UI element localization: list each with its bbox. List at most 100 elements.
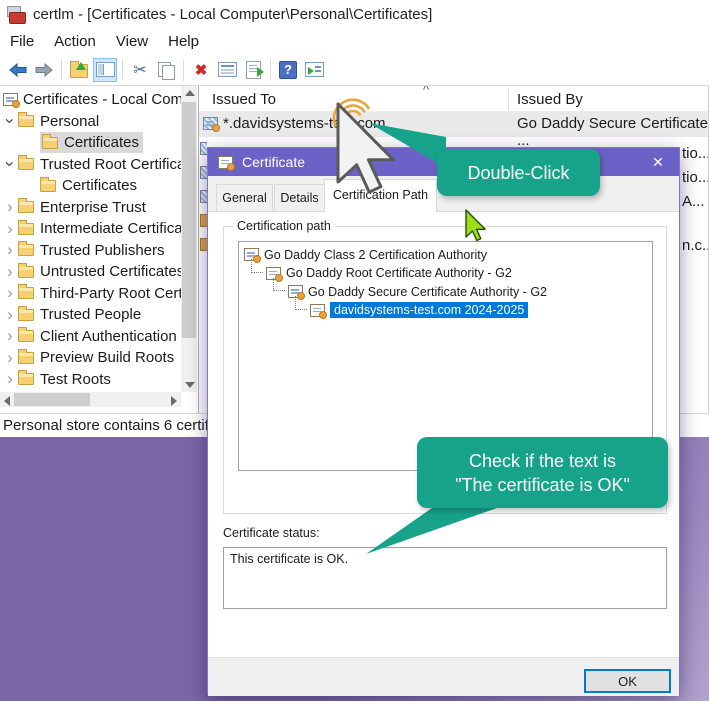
column-issued-by[interactable]: Issued By [517, 91, 583, 108]
close-icon[interactable]: ✕ [637, 148, 679, 176]
chevron-right-icon[interactable] [2, 329, 18, 343]
tree-connector [251, 259, 263, 273]
chevron-right-icon[interactable] [2, 351, 18, 365]
tree-item-enterprise-trust[interactable]: Enterprise Trust [0, 197, 181, 219]
panel-splitter[interactable] [198, 86, 199, 413]
selected-path-label: davidsystems-test.com 2024-2025 [330, 302, 528, 318]
help-icon[interactable]: ? [276, 58, 300, 82]
chevron-right-icon[interactable] [2, 265, 18, 279]
certificate-row-davidsystems[interactable]: *.davidsystems-test.com Go Daddy Secure … [199, 112, 708, 137]
certificate-icon [218, 156, 233, 169]
folder-icon [18, 115, 34, 127]
back-arrow-icon[interactable] [6, 58, 30, 82]
tree-item-client-authentication[interactable]: Client Authentication [0, 326, 181, 348]
up-folder-icon[interactable] [67, 58, 91, 82]
tab-general[interactable]: General [216, 184, 273, 212]
chevron-down-icon[interactable] [2, 114, 18, 128]
scroll-right-icon[interactable] [171, 396, 177, 406]
tree-item-personal-certificates[interactable]: Certificates [0, 132, 181, 154]
path-item-godaddy-root-g2[interactable]: Go Daddy Root Certificate Authority - G2 [266, 265, 512, 282]
issued-by-value: Go Daddy Secure Certificate ... [517, 115, 708, 149]
folder-icon [18, 244, 34, 256]
forward-arrow-icon[interactable] [32, 58, 56, 82]
console-tree-panel: Certificates - Local Comp Personal Certi… [0, 86, 198, 413]
folder-icon [18, 287, 34, 299]
copy-icon[interactable] [154, 58, 178, 82]
chevron-right-icon[interactable] [2, 286, 18, 300]
folder-icon [18, 266, 34, 278]
tree-item-trusted-publishers[interactable]: Trusted Publishers [0, 240, 181, 262]
tree-item-untrusted-certificates[interactable]: Untrusted Certificates [0, 261, 181, 283]
certificate-status-value: This certificate is OK. [230, 552, 348, 566]
scroll-up-icon[interactable] [185, 90, 195, 96]
tree-item-intermediate[interactable]: Intermediate Certificat [0, 218, 181, 240]
scrollbar-thumb[interactable] [182, 102, 196, 338]
scroll-down-icon[interactable] [185, 382, 195, 388]
toolbar-separator [183, 59, 184, 81]
toolbar-separator [270, 59, 271, 81]
cut-icon[interactable]: ✂ [128, 58, 152, 82]
chevron-right-icon[interactable] [2, 308, 18, 322]
path-item-godaddy-class2[interactable]: Go Daddy Class 2 Certification Authority [244, 246, 487, 263]
folder-icon [18, 330, 34, 342]
chevron-down-icon[interactable] [2, 157, 18, 171]
folder-icon [18, 201, 34, 213]
delete-icon[interactable]: ✖ [189, 58, 213, 82]
scrollbar-thumb[interactable] [14, 393, 90, 406]
column-separator[interactable] [508, 88, 509, 110]
tree-item-preview-build-roots[interactable]: Preview Build Roots [0, 347, 181, 369]
groupbox-label: Certification path [233, 219, 335, 233]
path-item-godaddy-secure-g2[interactable]: Go Daddy Secure Certificate Authority - … [288, 283, 547, 300]
chevron-right-icon[interactable] [2, 222, 18, 236]
folder-icon [18, 158, 34, 170]
clipped-certificate-icon [200, 214, 207, 227]
console-window-icon[interactable] [302, 58, 326, 82]
toolbar-separator [122, 59, 123, 81]
folder-icon [18, 373, 34, 385]
tree-root-certificates-local-computer[interactable]: Certificates - Local Comp [0, 89, 181, 111]
list-header: ^ Issued To Issued By [199, 86, 708, 112]
tree-horizontal-scrollbar[interactable] [0, 392, 181, 407]
column-issued-to[interactable]: Issued To [212, 91, 276, 108]
clipped-row-text: A... [682, 193, 705, 210]
export-icon[interactable] [241, 58, 265, 82]
check-status-callout: Check if the text is "The certificate is… [417, 437, 668, 508]
tree-item-personal[interactable]: Personal [0, 111, 181, 133]
tree-vertical-scrollbar[interactable] [181, 86, 197, 392]
certificate-status-box: This certificate is OK. [223, 547, 667, 609]
scroll-left-icon[interactable] [4, 396, 10, 406]
menu-bar: File Action View Help [0, 28, 709, 54]
clipped-row-text: tio... [682, 145, 709, 162]
toolbar-separator [61, 59, 62, 81]
tree-connector [295, 296, 307, 310]
clipped-certificate-icon [200, 190, 207, 203]
chevron-right-icon[interactable] [2, 372, 18, 386]
folder-icon [18, 352, 34, 364]
show-console-tree-icon[interactable] [93, 58, 117, 82]
tree-item-third-party-root[interactable]: Third-Party Root Certi [0, 283, 181, 305]
chevron-right-icon[interactable] [2, 200, 18, 214]
chevron-right-icon[interactable] [2, 243, 18, 257]
certlm-app-icon [7, 6, 25, 23]
menu-view[interactable]: View [106, 30, 158, 53]
tree-item-trusted-people[interactable]: Trusted People [0, 304, 181, 326]
issued-to-value: *.davidsystems-test.com [223, 115, 386, 132]
tree-item-trusted-root-certificates[interactable]: Certificates [0, 175, 181, 197]
tab-certification-path[interactable]: Certification Path [324, 179, 437, 213]
ok-button[interactable]: OK [584, 669, 671, 693]
folder-icon [40, 180, 56, 192]
properties-icon[interactable] [215, 58, 239, 82]
certificate-icon [203, 117, 218, 130]
certificate-icon [310, 304, 325, 317]
tab-details[interactable]: Details [274, 184, 325, 212]
tree-item-trusted-root[interactable]: Trusted Root Certificat [0, 154, 181, 176]
title-bar: certlm - [Certificates - Local Computer\… [0, 0, 709, 28]
dialog-title: Certificate [242, 154, 305, 170]
menu-action[interactable]: Action [44, 30, 106, 53]
path-item-davidsystems-selected[interactable]: davidsystems-test.com 2024-2025 [310, 302, 528, 319]
menu-help[interactable]: Help [158, 30, 209, 53]
folder-icon [18, 309, 34, 321]
tree-item-test-roots[interactable]: Test Roots [0, 369, 181, 391]
toolbar: ✂ ✖ ? [0, 54, 709, 86]
menu-file[interactable]: File [0, 30, 44, 53]
